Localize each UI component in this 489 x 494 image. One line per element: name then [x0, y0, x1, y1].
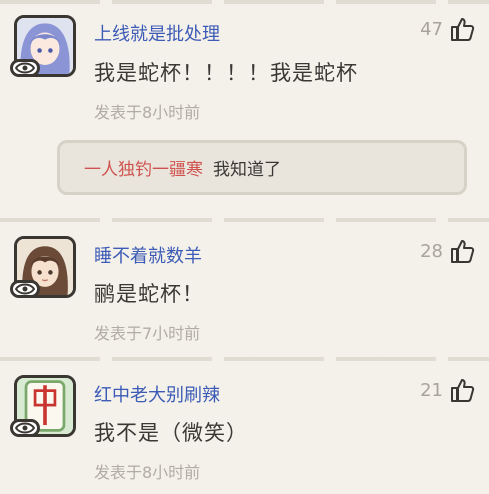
like-count: 47 — [420, 18, 443, 40]
like-button[interactable]: 21 — [420, 377, 475, 403]
username[interactable]: 红中老大别刷辣 — [94, 381, 220, 407]
view-icon — [10, 280, 40, 298]
like-count: 21 — [420, 379, 443, 401]
like-button[interactable]: 28 — [420, 238, 475, 264]
username[interactable]: 上线就是批处理 — [94, 20, 220, 46]
reply-box[interactable]: 一人独钓一疆寒 我知道了 — [57, 140, 467, 195]
comment-text: 我是蛇杯！！！！我是蛇杯 — [94, 61, 358, 85]
separator — [0, 218, 489, 222]
timestamp: 发表于8小时前 — [94, 463, 201, 482]
separator — [0, 357, 489, 361]
like-count: 28 — [420, 240, 443, 262]
like-button[interactable]: 47 — [420, 16, 475, 42]
comment-text: 我不是（微笑） — [94, 421, 248, 445]
separator — [0, 0, 489, 4]
comment-text: 鹂是蛇杯！ — [94, 282, 204, 306]
timestamp: 发表于7小时前 — [94, 324, 201, 343]
thumbs-up-icon — [451, 379, 475, 402]
reply-author[interactable]: 一人独钓一疆寒 — [84, 155, 203, 180]
view-icon — [10, 419, 40, 437]
view-icon — [10, 59, 40, 77]
timestamp: 发表于8小时前 — [94, 103, 201, 122]
thumbs-up-icon — [451, 18, 475, 41]
thumbs-up-icon — [451, 240, 475, 263]
reply-text: 我知道了 — [213, 160, 281, 180]
username[interactable]: 睡不着就数羊 — [94, 242, 202, 268]
